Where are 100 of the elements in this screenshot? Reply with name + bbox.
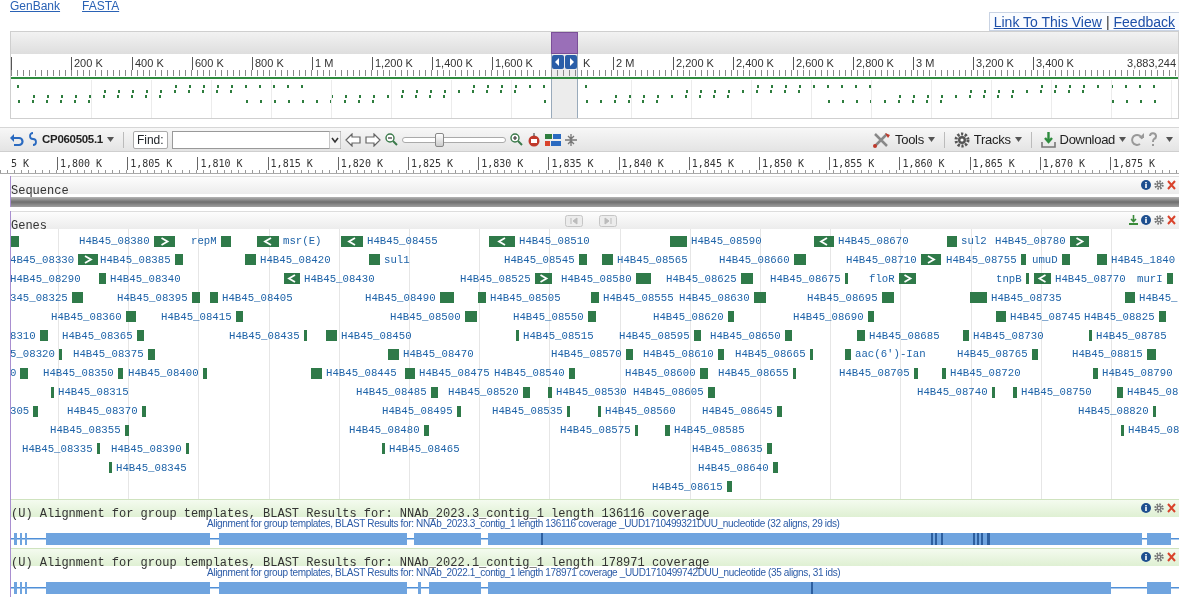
undo-icon[interactable]	[10, 132, 24, 147]
gene-marker[interactable]	[867, 311, 874, 323]
gene-marker[interactable]	[1158, 311, 1166, 323]
gene-label[interactable]: H4B45_08590	[691, 235, 762, 247]
gene-label[interactable]: H4B45_08490	[365, 291, 436, 304]
gene-label[interactable]: H4B45_08705	[839, 367, 910, 380]
gene-marker[interactable]	[235, 311, 243, 323]
gene-label[interactable]: H4B45_08360	[51, 310, 122, 323]
gene-label[interactable]: H4B45_08350	[43, 367, 114, 380]
settings-icon[interactable]	[1154, 503, 1164, 513]
gene-marker[interactable]	[766, 443, 772, 455]
handle-icon[interactable]	[565, 55, 577, 69]
link[interactable]: Link To This View	[993, 13, 1102, 30]
gene-marker[interactable]	[591, 292, 599, 304]
gene-label[interactable]: H4B45_08355	[50, 424, 121, 436]
gene-marker[interactable]	[174, 254, 183, 266]
tools-icon[interactable]	[873, 131, 891, 148]
gene-marker[interactable]	[191, 292, 200, 304]
gene-label[interactable]: H4B45_08825	[1084, 310, 1155, 323]
gene-label[interactable]: H4B45_08535	[492, 405, 563, 418]
link-icon[interactable]	[28, 131, 38, 148]
gene-label[interactable]: H4B45_08620	[653, 310, 724, 323]
gene-marker[interactable]	[727, 311, 734, 323]
gene-marker[interactable]	[125, 311, 136, 323]
caret-icon[interactable]	[1014, 137, 1022, 142]
gene-label[interactable]: H4B45_08345	[116, 461, 187, 474]
gene-marker[interactable]	[602, 254, 613, 266]
settings-icon[interactable]	[953, 131, 970, 148]
gene-marker[interactable]	[845, 348, 851, 360]
info-icon[interactable]	[1141, 215, 1151, 225]
gene-marker[interactable]	[220, 235, 231, 247]
gene-label[interactable]: H4B45_08385	[100, 253, 171, 266]
link[interactable]: FASTA	[82, 0, 120, 12]
color-grid-icon[interactable]	[544, 133, 561, 146]
gene-label[interactable]: H4B45_08570	[551, 348, 622, 361]
arrow-left-icon[interactable]	[344, 132, 361, 147]
gene-label[interactable]: 4B45_08330	[11, 253, 75, 266]
gene-label[interactable]: H4B45_08650	[710, 329, 781, 342]
gene-marker[interactable]	[793, 254, 806, 266]
info-icon[interactable]	[1141, 180, 1151, 190]
gene-marker[interactable]	[963, 330, 969, 341]
gene-marker[interactable]	[202, 367, 207, 379]
gene-marker[interactable]	[109, 462, 112, 474]
gene-label[interactable]: H4B45_08475	[419, 367, 490, 380]
gene-marker[interactable]	[245, 254, 256, 266]
gene-label[interactable]: H4B45_08790	[1102, 367, 1173, 380]
gene-label[interactable]: H4B45_08645	[702, 405, 773, 418]
gene-marker[interactable]	[326, 330, 337, 341]
gene-label[interactable]: 0	[11, 367, 17, 380]
gene-label[interactable]: H4B45_08585	[674, 424, 745, 436]
gene-marker[interactable]	[136, 330, 144, 341]
gene-marker[interactable]	[1020, 254, 1026, 266]
gene-marker[interactable]	[58, 348, 62, 360]
gene-marker[interactable]	[857, 330, 865, 341]
gene-marker[interactable]	[456, 405, 461, 417]
arrow-right-icon[interactable]	[364, 132, 381, 147]
gene-label[interactable]: H4B45_08670	[838, 235, 909, 247]
gene-marker[interactable]	[124, 424, 129, 436]
gene-marker[interactable]	[970, 292, 987, 304]
gene-label[interactable]: H4B45_08340	[110, 272, 181, 285]
gene-label[interactable]: H4B45_08615	[652, 480, 723, 493]
gene-label[interactable]: H4B45_08625	[666, 272, 737, 285]
gene-label[interactable]: H4B45_08470	[403, 348, 474, 361]
marker-icon[interactable]	[526, 132, 541, 147]
download-icon[interactable]	[1040, 131, 1056, 148]
gene-marker[interactable]	[405, 367, 415, 379]
gene-label[interactable]: H4B45_08480	[349, 424, 420, 436]
gene-marker[interactable]	[147, 348, 155, 360]
gene-label[interactable]: H4B45_08575	[560, 424, 631, 436]
menu-button[interactable]: Download	[1059, 129, 1115, 150]
zoom-in-icon[interactable]	[509, 133, 523, 146]
gene-label[interactable]: H4B45_08415	[161, 310, 232, 323]
settings-icon[interactable]	[1154, 215, 1164, 225]
gene-marker[interactable]	[1031, 348, 1038, 360]
gene-label[interactable]: H4B45_08740	[917, 386, 988, 399]
gene-label[interactable]: sul1	[384, 253, 410, 266]
gene-label[interactable]: H4B45_08	[1127, 386, 1179, 399]
gene-label[interactable]: H4B45_08815	[1072, 348, 1143, 361]
gene-label[interactable]: H4B45_08525	[460, 272, 531, 285]
gene-marker[interactable]	[665, 424, 670, 436]
gene-label[interactable]: aac(6')-Ian	[855, 348, 926, 361]
gene-marker[interactable]	[141, 405, 146, 417]
gene-label[interactable]: H4B45_08335	[22, 442, 93, 455]
caret-icon[interactable]	[106, 137, 114, 142]
gene-label[interactable]: H4B45_08550	[513, 310, 584, 323]
gene-label[interactable]: H4B45_08290	[11, 272, 81, 285]
gene-marker[interactable]	[96, 443, 100, 455]
gene-marker[interactable]	[1013, 386, 1017, 398]
gene-marker[interactable]	[707, 386, 715, 398]
gene-label[interactable]: H4B45_08485	[356, 386, 427, 399]
gene-marker[interactable]	[11, 235, 19, 247]
gene-marker[interactable]	[772, 462, 778, 474]
gene-label[interactable]: H4B45_08390	[111, 442, 182, 455]
gene-label[interactable]: H4B45_08370	[67, 405, 138, 418]
zoom-out-icon[interactable]	[384, 133, 398, 146]
gene-label[interactable]: H4B45_1840	[1111, 253, 1176, 266]
gene-label[interactable]: H4B45_08730	[973, 329, 1044, 342]
gene-marker[interactable]	[1025, 273, 1029, 285]
link[interactable]: GenBank	[10, 0, 61, 12]
gene-marker[interactable]	[99, 273, 106, 285]
